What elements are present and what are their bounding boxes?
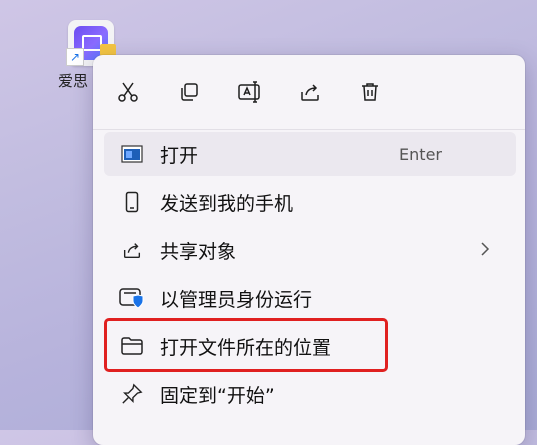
cut-button[interactable] <box>111 75 145 109</box>
rename-button[interactable] <box>233 75 267 109</box>
quick-action-bar <box>93 55 525 125</box>
menu-item-label: 以管理员身份运行 <box>160 288 313 311</box>
menu-item-share[interactable]: 共享对象 <box>104 228 516 272</box>
chevron-right-icon <box>480 241 490 261</box>
menu-item-label: 发送到我的手机 <box>160 192 294 215</box>
shield-admin-icon <box>118 286 146 310</box>
copy-icon <box>181 83 198 101</box>
shortcut-arrow-icon: ↗ <box>66 48 84 66</box>
pin-icon <box>118 382 146 406</box>
menu-item-label: 打开 <box>160 144 199 167</box>
share-icon <box>118 238 146 262</box>
menu-item-open[interactable]: 打开 Enter <box>104 132 516 176</box>
share-icon <box>301 84 319 101</box>
scissors-icon <box>118 82 138 102</box>
share-button[interactable] <box>293 75 327 109</box>
menu-item-pin-to-start[interactable]: 固定到“开始” <box>104 372 516 416</box>
trash-icon <box>362 83 378 101</box>
context-menu: 打开 Enter 发送到我的手机 共享对象 以管理员身份运行 打开文件所在的位置… <box>93 55 525 445</box>
delete-button[interactable] <box>353 75 387 109</box>
menu-item-run-as-admin[interactable]: 以管理员身份运行 <box>104 276 516 320</box>
menu-divider <box>93 129 525 130</box>
copy-button[interactable] <box>172 75 206 109</box>
menu-item-accelerator: Enter <box>399 144 442 164</box>
menu-item-label: 共享对象 <box>160 240 237 263</box>
menu-item-send-to-phone[interactable]: 发送到我的手机 <box>104 180 516 224</box>
highlight-annotation <box>104 318 388 372</box>
rename-icon <box>238 81 260 103</box>
app-window-icon <box>118 142 146 166</box>
phone-icon <box>118 190 146 214</box>
menu-item-label: 固定到“开始” <box>160 384 275 407</box>
